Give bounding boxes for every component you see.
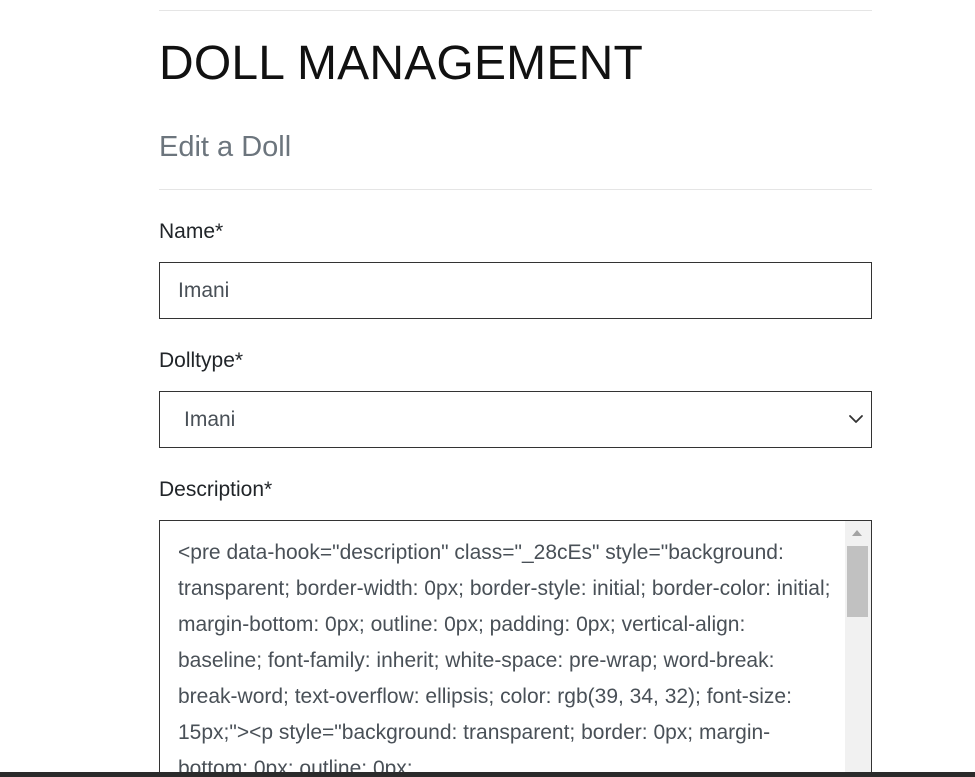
scrollbar-thumb[interactable]: [847, 546, 868, 617]
page: DOLL MANAGEMENT Edit a Doll Name* Dollty…: [0, 0, 975, 777]
description-text: <pre data-hook="description" class="_28c…: [178, 541, 837, 777]
name-label: Name*: [159, 220, 224, 243]
description-label: Description*: [159, 478, 273, 501]
description-scrollbar[interactable]: [845, 521, 871, 777]
top-divider: [159, 10, 872, 11]
dolltype-label: Dolltype*: [159, 349, 244, 372]
arrow-up-icon[interactable]: [852, 530, 862, 536]
description-textarea[interactable]: <pre data-hook="description" class="_28c…: [159, 520, 872, 777]
chevron-down-icon: [849, 415, 863, 423]
page-title: DOLL MANAGEMENT: [159, 37, 643, 90]
dolltype-selected-value: Imani: [184, 408, 236, 431]
dolltype-select[interactable]: Imani: [159, 391, 872, 448]
bottom-edge-bar: [0, 772, 975, 777]
name-input[interactable]: [159, 262, 872, 319]
header-divider: [159, 189, 872, 190]
form-subtitle: Edit a Doll: [159, 131, 292, 163]
